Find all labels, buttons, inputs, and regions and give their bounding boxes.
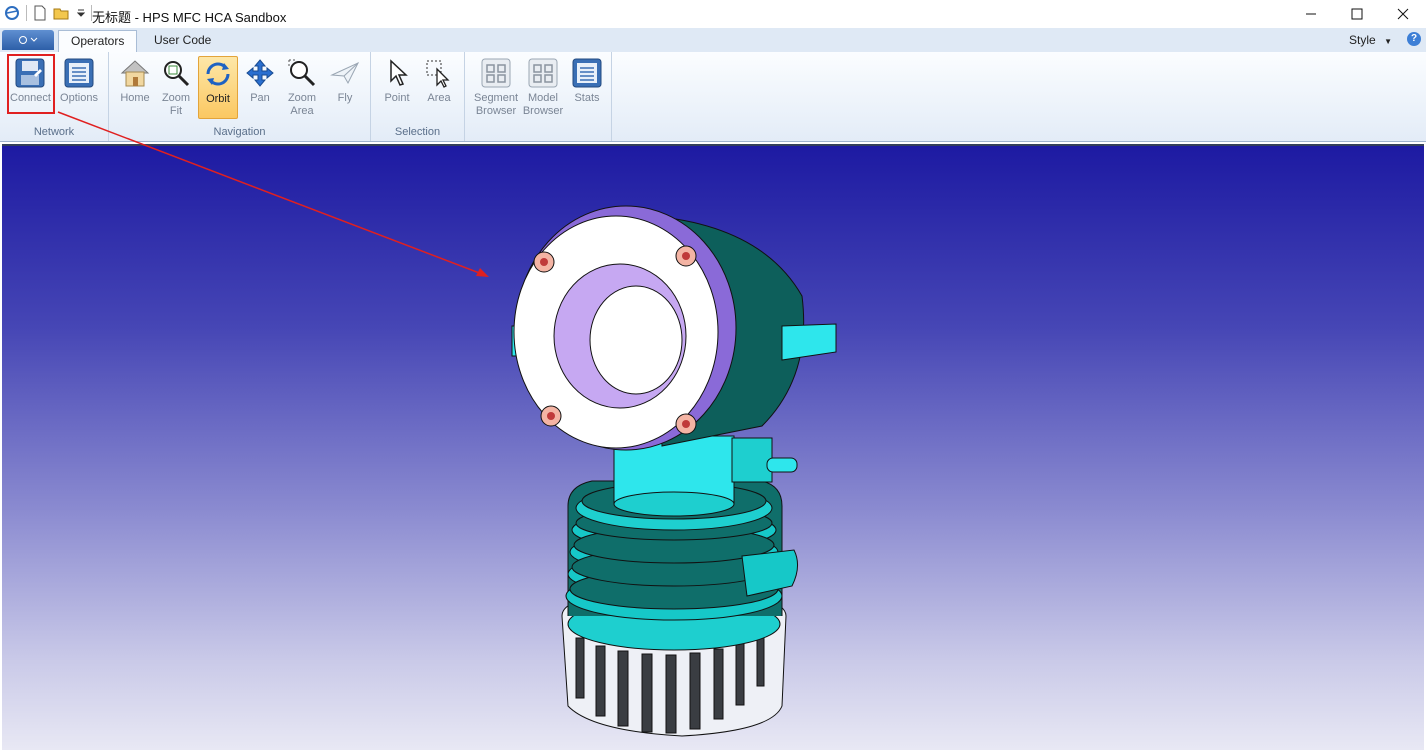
minimize-icon	[1306, 13, 1316, 15]
model-browser-icon	[528, 58, 558, 88]
close-button[interactable]	[1380, 0, 1426, 28]
orbit-button[interactable]: Orbit	[198, 56, 238, 119]
home-label: Home	[120, 92, 150, 104]
tab-operators[interactable]: Operators	[58, 30, 138, 53]
fly-label: Fly	[337, 92, 353, 104]
home-icon	[120, 60, 150, 87]
maximize-button[interactable]	[1334, 0, 1380, 28]
chevron-down-icon: ▼	[1384, 37, 1392, 46]
fly-button[interactable]: Fly	[325, 56, 365, 119]
tab-user-code[interactable]: User Code	[142, 30, 223, 52]
area-label: Area	[427, 92, 451, 104]
help-icon[interactable]: ?	[1407, 32, 1421, 46]
application-menu-button[interactable]	[2, 30, 54, 50]
quick-access-toolbar	[4, 5, 92, 21]
area-select-button[interactable]: Area	[419, 56, 459, 119]
zoom-fit-label-1: Zoom	[161, 92, 191, 104]
group-label-selection: Selection	[394, 126, 441, 138]
zoom-fit-label-2: Fit	[169, 105, 183, 117]
3d-model-render	[511, 205, 837, 737]
segment-browser-icon	[481, 58, 511, 88]
title-bar: 无标题 - HPS MFC HCA Sandbox	[0, 0, 1426, 28]
app-logo-icon[interactable]	[4, 5, 20, 21]
pan-label: Pan	[250, 92, 270, 104]
group-label-network: Network	[33, 126, 75, 138]
zoom-fit-icon	[164, 61, 190, 87]
options-list-icon	[64, 58, 94, 88]
model-browser-button[interactable]: Model Browser	[521, 56, 565, 119]
zoom-area-button[interactable]: Zoom Area	[282, 56, 322, 119]
point-label: Point	[384, 92, 410, 104]
style-dropdown-label: Style	[1349, 33, 1376, 47]
zoom-fit-button[interactable]: Zoom Fit	[156, 56, 196, 119]
point-select-button[interactable]: Point	[377, 56, 417, 119]
3d-viewport-canvas[interactable]	[2, 144, 1424, 750]
area-select-icon	[426, 60, 450, 88]
window-title: 无标题 - HPS MFC HCA Sandbox	[92, 10, 287, 25]
orbit-label: Orbit	[206, 93, 230, 105]
options-label: Options	[60, 92, 98, 104]
pan-arrows-icon	[246, 59, 274, 87]
customize-qat-dropdown-icon[interactable]	[77, 8, 85, 18]
stats-label: Stats	[574, 92, 600, 104]
orbit-icon	[206, 62, 230, 86]
zoom-area-icon	[288, 59, 316, 87]
segment-browser-label-2: Browser	[475, 105, 517, 117]
ribbon-group-selection: Point Area Selection	[371, 52, 465, 141]
segment-browser-button[interactable]: Segment Browser	[471, 56, 521, 119]
home-button[interactable]: Home	[115, 56, 155, 119]
zoom-area-label-2: Area	[290, 105, 314, 117]
model-browser-label-1: Model	[528, 92, 558, 104]
app-menu-icon	[19, 36, 38, 44]
stats-button[interactable]: Stats	[567, 56, 607, 119]
ribbon-group-navigation: Home Zoom Fit Orbit Pan Zoom Area Fly Na…	[109, 52, 371, 141]
segment-browser-label-1: Segment	[473, 92, 519, 104]
new-file-icon[interactable]	[33, 5, 47, 21]
options-button[interactable]: Options	[59, 56, 99, 119]
close-icon	[1397, 8, 1409, 20]
minimize-button[interactable]	[1288, 0, 1334, 28]
stats-list-icon	[572, 58, 602, 88]
ribbon-panel: Connect Options Network Home Zoom Fit Or…	[0, 52, 1426, 142]
zoom-area-label-1: Zoom	[287, 92, 317, 104]
ribbon-tab-strip: Operators User Code Style ▼ ?	[0, 28, 1426, 53]
maximize-icon	[1351, 8, 1363, 20]
pointer-arrow-icon	[390, 59, 408, 86]
open-folder-icon[interactable]	[53, 5, 71, 21]
model-browser-label-2: Browser	[522, 105, 564, 117]
group-label-navigation: Navigation	[213, 126, 266, 138]
pan-button[interactable]: Pan	[240, 56, 280, 119]
paper-plane-icon	[330, 61, 360, 85]
ribbon-group-browsers: Segment Browser Model Browser Stats	[465, 52, 612, 141]
toolbar-divider	[26, 5, 27, 21]
style-dropdown[interactable]: Style ▼	[1349, 33, 1392, 47]
annotation-highlight-box	[7, 54, 55, 114]
